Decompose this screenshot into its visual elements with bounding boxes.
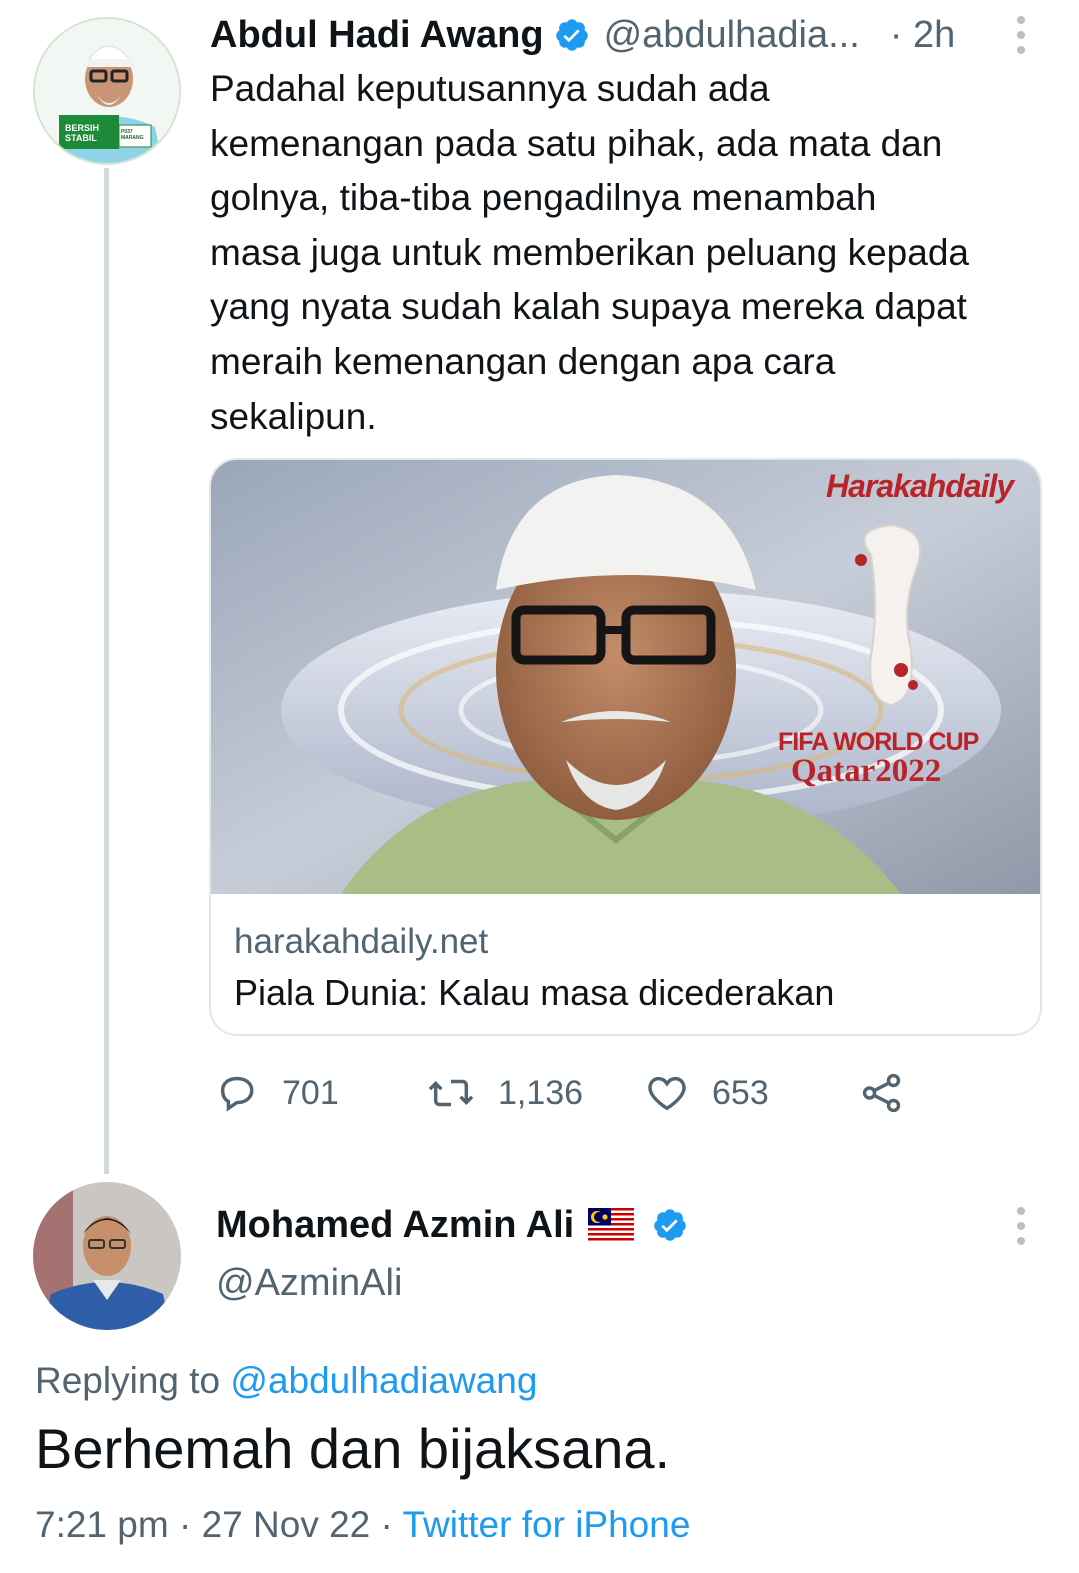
avatar-badge-line1: BERSIH bbox=[65, 123, 100, 133]
reply-text: Berhemah dan bijaksana. bbox=[35, 1417, 671, 1480]
author-avatar-image bbox=[35, 19, 179, 163]
replying-to-label: Replying to bbox=[35, 1360, 221, 1401]
link-card-title: Piala Dunia: Kalau masa dicederakan bbox=[234, 972, 835, 1013]
replying-to: Replying to @abdulhadiawang bbox=[35, 1360, 537, 1402]
share-icon bbox=[862, 1073, 901, 1113]
malaysia-flag-icon bbox=[588, 1208, 635, 1242]
author-handle[interactable]: @abdulhadia... bbox=[604, 14, 860, 57]
image-caption-line2: Qatar2022 bbox=[791, 753, 942, 789]
like-action[interactable]: 653 bbox=[644, 1070, 769, 1116]
replying-to-handle-link[interactable]: @abdulhadiawang bbox=[230, 1360, 537, 1401]
more-options-icon[interactable] bbox=[1017, 16, 1025, 61]
reply-source-link[interactable]: Twitter for iPhone bbox=[403, 1504, 691, 1545]
author-avatar[interactable]: BERSIH STABIL P037 MARANG bbox=[33, 17, 181, 165]
reply-time[interactable]: 7:21 pm bbox=[35, 1504, 169, 1545]
reply-meta: 7:21 pm · 27 Nov 22 · Twitter for iPhone bbox=[35, 1504, 690, 1546]
tweet-text-line: Padahal keputusannya sudah ada bbox=[210, 68, 770, 109]
tweet-text-line: meraih kemenangan dengan apa cara bbox=[210, 340, 836, 382]
tweet-header: Abdul Hadi Awang @abdulhadia... · 2h bbox=[210, 12, 955, 58]
link-card-image: Harakahdaily FIFA WORLD CUP Qatar2022 bbox=[211, 460, 1040, 894]
thread-connector-line bbox=[104, 168, 109, 1174]
reply-count: 701 bbox=[282, 1073, 339, 1112]
reply-author-handle[interactable]: @AzminAli bbox=[216, 1262, 402, 1305]
image-brand-logo: Harakahdaily bbox=[826, 468, 1014, 504]
heart-icon bbox=[648, 1076, 686, 1111]
tweet-text: Padahal keputusannya sudah ada kemenanga… bbox=[210, 62, 1060, 444]
verified-badge-icon bbox=[554, 17, 590, 53]
tweet-text-line: masa juga untuk memberikan peluang kepad… bbox=[210, 231, 969, 273]
link-card-domain: harakahdaily.net bbox=[234, 922, 489, 961]
reply-author-name[interactable]: Mohamed Azmin Ali bbox=[216, 1204, 574, 1247]
reply-author-avatar-image bbox=[33, 1182, 181, 1330]
avatar-badge-tag: P037 MARANG bbox=[121, 129, 144, 141]
avatar-badge-line2: STABIL bbox=[65, 133, 97, 143]
tweet-time[interactable]: · 2h bbox=[890, 14, 955, 57]
author-name[interactable]: Abdul Hadi Awang bbox=[210, 14, 544, 57]
tweet-text-line: kemenangan pada satu pihak, ada mata dan bbox=[210, 122, 943, 164]
like-count: 653 bbox=[712, 1073, 769, 1112]
link-card[interactable]: Harakahdaily FIFA WORLD CUP Qatar2022 ha… bbox=[209, 458, 1042, 1036]
reply-verified-badge-icon bbox=[652, 1207, 688, 1243]
meta-separator: · bbox=[178, 1504, 192, 1545]
retweet-action[interactable]: 1,136 bbox=[426, 1070, 583, 1116]
reply-action[interactable]: 701 bbox=[214, 1070, 339, 1116]
retweet-icon bbox=[428, 1079, 474, 1107]
meta-separator: · bbox=[380, 1504, 393, 1545]
reply-icon bbox=[220, 1076, 254, 1112]
reply-header: Mohamed Azmin Ali bbox=[216, 1200, 688, 1250]
retweet-count: 1,136 bbox=[498, 1073, 584, 1112]
reply-more-options-icon[interactable] bbox=[1017, 1207, 1025, 1252]
tweet-text-line: yang nyata sudah kalah supaya mereka dap… bbox=[210, 286, 967, 328]
tweet-text-line: sekalipun. bbox=[210, 395, 377, 437]
share-action[interactable] bbox=[858, 1070, 928, 1116]
reply-author-avatar[interactable] bbox=[33, 1182, 181, 1330]
reply-date[interactable]: 27 Nov 22 bbox=[202, 1504, 371, 1545]
tweet-text-line: golnya, tiba-tiba pengadilnya menambah bbox=[210, 177, 877, 219]
